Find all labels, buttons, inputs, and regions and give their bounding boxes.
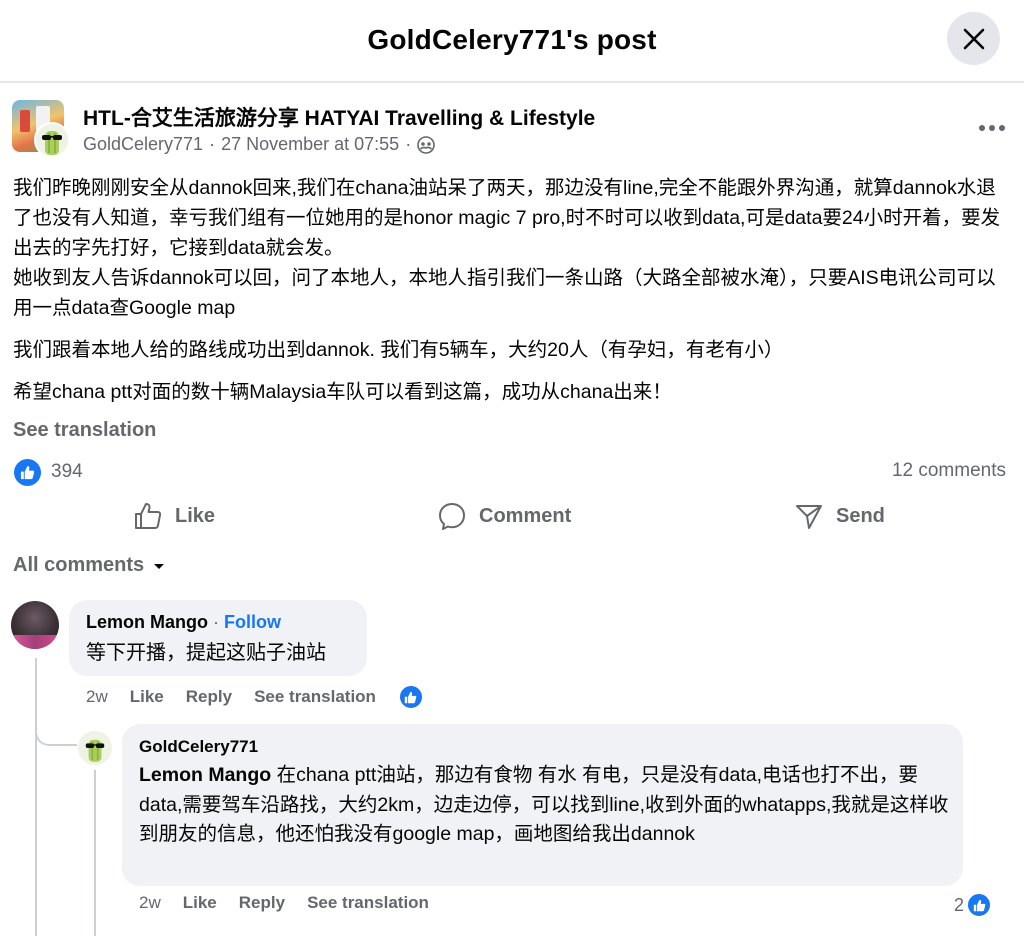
post-timestamp[interactable]: 27 November at 07:55: [221, 134, 399, 155]
comment-label: Comment: [479, 504, 572, 527]
like-button[interactable]: Like: [133, 501, 215, 531]
reply-reply-button[interactable]: Reply: [239, 893, 285, 913]
post-paragraph: 希望chana ptt对面的数十辆Malaysia车队可以看到这篇，成功从cha…: [13, 381, 672, 403]
like-reaction-icon: [14, 458, 41, 486]
follow-button[interactable]: Follow: [224, 612, 281, 632]
comment-text: 等下开播，提起这贴子油站: [86, 642, 326, 664]
close-icon: [963, 28, 984, 49]
thread-connector: [35, 716, 77, 746]
reply-like-count: 2: [953, 894, 964, 915]
more-icon: [979, 125, 1005, 131]
reply-bubble: GoldCelery771 Lemon Mango 在chana ptt油站，那…: [122, 724, 963, 886]
comments-filter-label: All comments: [13, 554, 145, 576]
comment-like-reaction-icon[interactable]: [397, 684, 424, 710]
post-header: HTL-合艾生活旅游分享 HATYAI Travelling & Lifesty…: [12, 100, 1012, 160]
comment-button[interactable]: Comment: [437, 501, 571, 531]
comment-actions: 2w Like Reply See translation: [86, 684, 424, 710]
close-button[interactable]: [947, 12, 1000, 65]
dialog-header: GoldCelery771's post: [0, 0, 1024, 80]
dialog-title: GoldCelery771's post: [367, 24, 657, 55]
reply-like-reaction-icon: [966, 892, 992, 918]
reply-text: Lemon Mango 在chana ptt油站，那边有食物 有水 有电，只是没…: [139, 761, 949, 850]
meta-separator: ·: [209, 134, 216, 154]
group-name[interactable]: HTL-合艾生活旅游分享 HATYAI Travelling & Lifesty…: [83, 102, 595, 132]
comment-header: Lemon Mango · Follow: [86, 612, 281, 633]
post-paragraph: 我们跟着本地人给的路线成功出到dannok. 我们有5辆车，大约20人（有孕妇，…: [13, 339, 784, 361]
like-label: Like: [175, 504, 216, 527]
comments-filter-dropdown[interactable]: All comments: [13, 554, 166, 577]
caret-down-icon: [154, 563, 165, 569]
comment-like-button[interactable]: Like: [130, 687, 164, 707]
send-button[interactable]: Send: [794, 501, 885, 531]
post-action-bar: Like Comment Send: [0, 495, 1024, 541]
post-paragraph: 她收到友人告诉dannok可以回，问了本地人，本地人指引我们一条山路（大路全部被…: [13, 267, 996, 319]
reply-reaction-summary[interactable]: 2: [954, 892, 992, 918]
reply-mention[interactable]: Lemon Mango: [139, 764, 271, 786]
more-options-button[interactable]: [972, 114, 1012, 142]
send-label: Send: [836, 504, 885, 527]
thread-line: [94, 770, 96, 936]
comment-count[interactable]: 12 comments: [892, 460, 1006, 482]
reply-author[interactable]: GoldCelery771: [139, 737, 258, 757]
see-translation-link[interactable]: See translation: [13, 419, 156, 442]
send-icon: [796, 505, 822, 529]
reply-time[interactable]: 2w: [139, 893, 161, 913]
post-body: 我们昨晚刚刚安全从dannok回来,我们在chana油站呆了两天，那边没有lin…: [13, 173, 1011, 419]
post-meta: GoldCelery771 · 27 November at 07:55 ·: [83, 134, 436, 155]
post-paragraph: 我们昨晚刚刚安全从dannok回来,我们在chana油站呆了两天，那边没有lin…: [13, 177, 1001, 259]
commenter-avatar[interactable]: [11, 601, 59, 649]
celery-avatar-icon: [42, 131, 62, 155]
reply-see-translation[interactable]: See translation: [307, 893, 429, 913]
thumbs-up-icon: [135, 503, 162, 529]
reaction-summary[interactable]: 394: [14, 458, 83, 486]
reaction-count: 394: [51, 461, 83, 482]
post-author[interactable]: GoldCelery771: [83, 134, 203, 155]
meta-separator: ·: [405, 134, 412, 154]
comment-see-translation[interactable]: See translation: [254, 687, 376, 707]
header-divider: [0, 81, 1024, 83]
author-avatar[interactable]: [34, 122, 70, 158]
comment-time[interactable]: 2w: [86, 687, 108, 707]
reply-author-avatar[interactable]: [78, 731, 112, 765]
thread-line: [35, 746, 37, 936]
follow-separator: ·: [213, 612, 220, 632]
reply-actions: 2w Like Reply See translation: [139, 893, 451, 913]
celery-avatar-icon: [85, 739, 105, 762]
comment-reply-button[interactable]: Reply: [186, 687, 232, 707]
group-audience-icon: [417, 135, 436, 154]
comment-author[interactable]: Lemon Mango: [86, 612, 208, 632]
comment-bubble: Lemon Mango · Follow 等下开播，提起这贴子油站: [69, 600, 367, 676]
reply-like-button[interactable]: Like: [183, 893, 217, 913]
comment-icon: [439, 503, 465, 530]
